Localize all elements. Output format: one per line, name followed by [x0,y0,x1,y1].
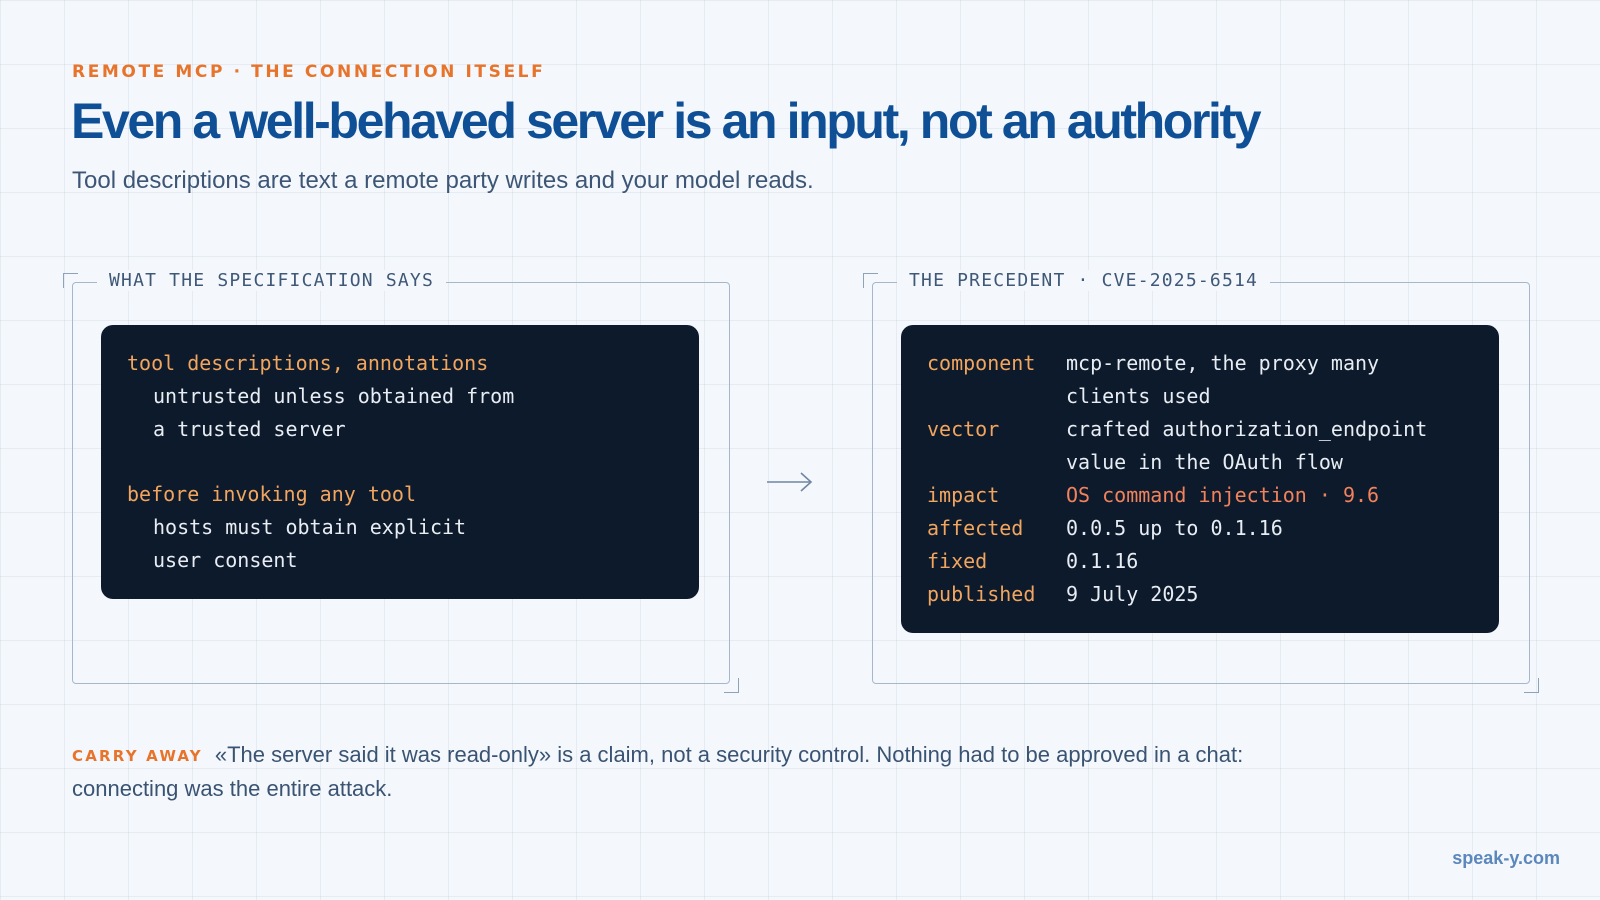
precedent-value: mcp-remote, the proxy many clients used [1066,347,1473,413]
precedent-value-line: clients used [1066,384,1211,408]
arrow-right-icon [767,472,813,492]
precedent-key: impact [927,483,1000,507]
precedent-key: component [927,351,1036,375]
precedent-key: affected [927,516,1024,540]
carry-away-text: «The server said it was read-only» is a … [72,742,1244,801]
precedent-row-fixed: fixed 0.1.16 [927,545,1473,578]
spec-line: user consent [153,548,298,572]
frame-corner-top-left [863,273,878,288]
spec-line: a trusted server [153,417,346,441]
precedent-panel-label: THE PRECEDENT · CVE-2025-6514 [897,270,1271,291]
precedent-key: fixed [927,549,988,573]
carry-away-note: CARRY AWAY «The server said it was read-o… [72,738,1302,806]
precedent-value-line: value in the OAuth flow [1066,450,1343,474]
eyebrow-label: REMOTE MCP · THE CONNECTION ITSELF [72,62,546,82]
precedent-value-line: mcp-remote, the proxy many [1066,351,1380,375]
spec-key-before-invoking: before invoking any tool [127,482,416,506]
spec-line: untrusted unless obtained from [153,384,515,408]
precedent-row-vector: vector crafted authorization_endpoint va… [927,413,1473,479]
precedent-row-affected: affected 0.0.5 up to 0.1.16 [927,512,1473,545]
precedent-row-component: component mcp-remote, the proxy many cli… [927,347,1473,413]
precedent-panel: THE PRECEDENT · CVE-2025-6514 component … [863,270,1539,693]
spec-line: hosts must obtain explicit [153,515,467,539]
frame-corner-top-left [63,273,78,288]
precedent-value-line: crafted authorization_endpoint [1066,417,1428,441]
precedent-value-impact: OS command injection · 9.6 [1066,483,1380,507]
precedent-key: published [927,582,1036,606]
precedent-row-impact: impact OS command injection · 9.6 [927,479,1473,512]
precedent-key: vector [927,417,1000,441]
specification-panel-label: WHAT THE SPECIFICATION SAYS [97,270,446,291]
spec-spacer [127,446,673,478]
frame-corner-bottom-right [724,678,739,693]
frame-corner-bottom-right [1524,678,1539,693]
specification-panel: WHAT THE SPECIFICATION SAYS tool descrip… [63,270,739,693]
precedent-row-published: published 9 July 2025 [927,578,1473,611]
page-title: Even a well-behaved server is an input, … [71,93,1262,149]
carry-away-label: CARRY AWAY [72,747,203,765]
footer-site-link[interactable]: speak-y.com [1452,848,1560,869]
precedent-value: 0.0.5 up to 0.1.16 [1066,516,1283,540]
precedent-code-block: component mcp-remote, the proxy many cli… [901,325,1499,633]
precedent-value: crafted authorization_endpoint value in … [1066,413,1473,479]
specification-code-block: tool descriptions, annotations untrusted… [101,325,699,599]
page-subtitle: Tool descriptions are text a remote part… [72,167,814,194]
precedent-value: 0.1.16 [1066,549,1139,573]
spec-key-tool-descriptions: tool descriptions, annotations [127,351,489,375]
precedent-value: 9 July 2025 [1066,582,1199,606]
